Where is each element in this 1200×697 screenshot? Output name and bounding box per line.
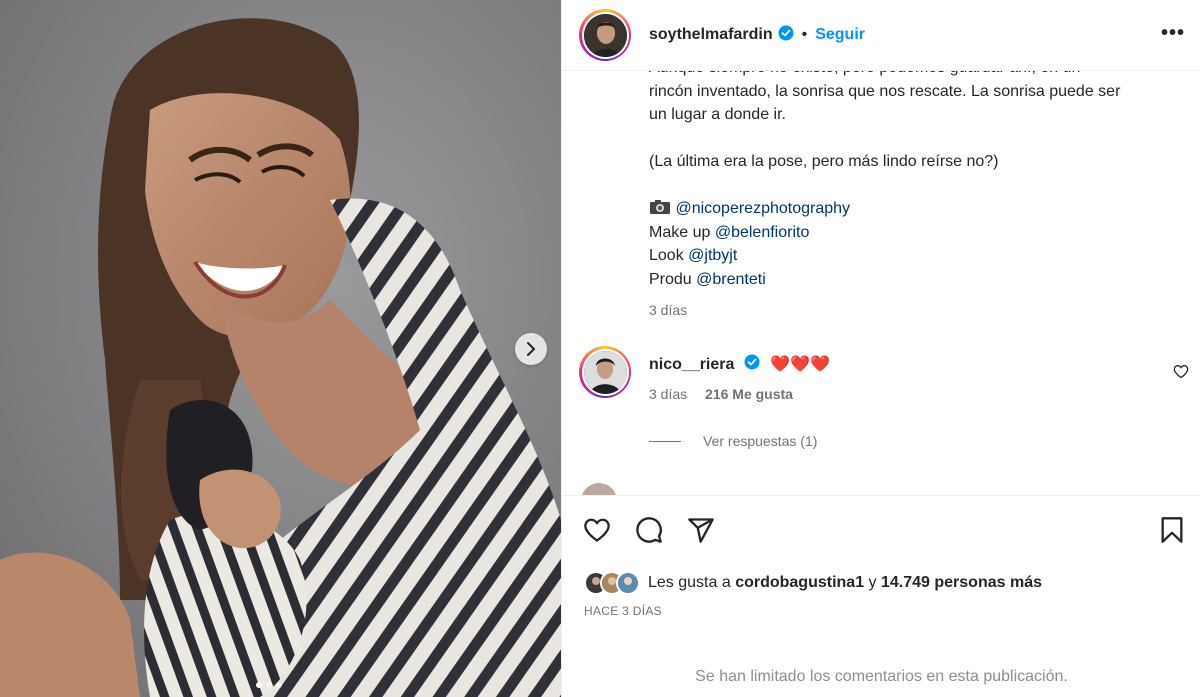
comment-text: ❤️❤️❤️ <box>770 356 831 373</box>
liker-avatars <box>584 571 640 595</box>
caption-line: (La última era la pose, pero más lindo r… <box>649 153 999 170</box>
comments-scroll-area[interactable]: Aunque siempre no existe, pero podemos g… <box>562 71 1200 495</box>
camera-icon <box>649 200 675 217</box>
caption-line: rincón inventado, la sonrisa que nos res… <box>649 82 1121 100</box>
comment-icon <box>636 517 662 543</box>
likes-summary: Les gusta a cordobagustina1 y 14.749 per… <box>584 571 1042 595</box>
like-button[interactable] <box>582 515 612 545</box>
comment-time[interactable]: 3 días <box>649 386 687 402</box>
post-actions-section: Les gusta a cordobagustina1 y 14.749 per… <box>562 495 1200 697</box>
comment-header: nico__riera ❤️❤️❤️ <box>649 354 830 375</box>
mention-link[interactable]: @nicoperezphotography <box>675 200 850 217</box>
commenter-avatar[interactable] <box>579 346 631 398</box>
caption-credit-photo: @nicoperezphotography <box>649 197 1169 221</box>
commenter-username[interactable]: nico__riera <box>649 356 734 373</box>
save-button[interactable] <box>1157 515 1187 545</box>
next-photo-button[interactable] <box>515 333 547 365</box>
post-header: soythelmafardin • Seguir ••• <box>562 0 1200 71</box>
mention-link[interactable]: @jtbyjt <box>688 247 737 264</box>
comments-limited-notice: Se han limitado los comentarios en esta … <box>695 668 1068 685</box>
verified-badge-icon <box>778 25 794 46</box>
heart-outline-icon <box>584 518 610 542</box>
more-options-button[interactable]: ••• <box>1161 22 1185 45</box>
heart-outline-icon <box>1173 364 1189 379</box>
view-replies-button[interactable]: Ver respuestas (1) <box>649 433 817 449</box>
credit-label: Produ <box>649 270 692 288</box>
caption-line: un lugar a donde ir. <box>649 106 786 123</box>
portrait-image <box>0 0 561 697</box>
avatar-image <box>583 13 627 57</box>
credit-label: Make up <box>649 223 711 241</box>
comment-button[interactable] <box>634 515 664 545</box>
mention-link[interactable]: @brenteti <box>696 271 766 288</box>
post-date[interactable]: HACE 3 DÍAS <box>584 604 662 618</box>
author-username[interactable]: soythelmafardin <box>649 26 773 44</box>
post-details-panel: soythelmafardin • Seguir ••• Aunque siem… <box>561 0 1200 697</box>
likes-prefix: Les gusta a <box>648 574 731 591</box>
caption-line: Aunque siempre no existe, pero podemos g… <box>649 71 1169 80</box>
comment-likes[interactable]: 216 Me gusta <box>705 386 793 402</box>
likes-conjunction: y <box>868 574 877 591</box>
avatar-image <box>583 350 627 394</box>
chevron-right-icon <box>527 342 535 356</box>
caption-credit-makeup: Make up @belenfiorito <box>649 221 1169 245</box>
carousel-dot <box>256 682 262 688</box>
comment-like-button[interactable] <box>1173 364 1189 384</box>
carousel-dot <box>266 682 272 688</box>
credit-label: Look <box>649 247 684 264</box>
post-modal: soythelmafardin • Seguir ••• Aunque siem… <box>0 0 1200 697</box>
bookmark-icon <box>1161 517 1183 543</box>
share-button[interactable] <box>686 515 716 545</box>
post-caption: Aunque siempre no existe, pero podemos g… <box>649 71 1169 323</box>
caption-time[interactable]: 3 días <box>649 299 1169 323</box>
liker-avatar[interactable] <box>616 571 640 595</box>
verified-badge-icon <box>744 354 760 375</box>
follow-button[interactable]: Seguir <box>815 26 865 44</box>
carousel-dot <box>276 682 282 688</box>
mention-link[interactable]: @belenfiorito <box>715 224 810 241</box>
view-replies-label: Ver respuestas (1) <box>703 433 818 449</box>
likes-text: Les gusta a cordobagustina1 y 14.749 per… <box>648 574 1042 592</box>
post-photo[interactable] <box>0 0 561 697</box>
carousel-indicator <box>256 682 282 688</box>
caption-credit-look: Look @jtbyjt <box>649 244 1169 268</box>
comment-meta: 3 días 216 Me gusta <box>649 386 793 402</box>
likes-count[interactable]: 14.749 personas más <box>881 574 1042 591</box>
caption-credit-produ: Produ @brenteti <box>649 268 1169 292</box>
liker-username[interactable]: cordobagustina1 <box>735 574 864 591</box>
paper-plane-icon <box>688 518 714 543</box>
author-avatar[interactable] <box>579 9 631 61</box>
header-separator: • <box>801 26 808 43</box>
next-comment-preview <box>579 481 879 495</box>
